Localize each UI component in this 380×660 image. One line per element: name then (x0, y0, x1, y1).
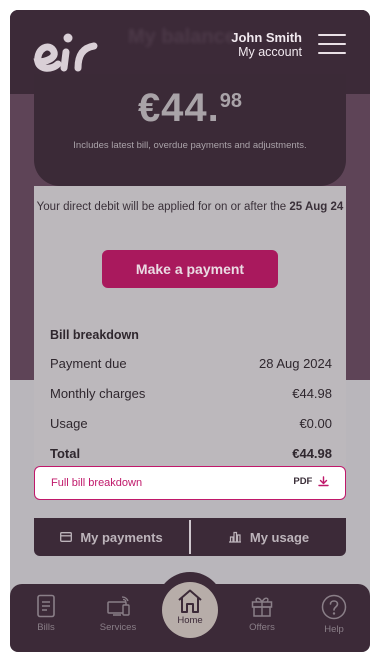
hamburger-menu-icon[interactable] (318, 34, 346, 54)
row-value: €44.98 (292, 386, 332, 401)
row-label: Payment due (50, 356, 127, 371)
nav-bills-label: Bills (37, 622, 55, 633)
nav-services[interactable]: Services (88, 584, 148, 652)
nav-offers[interactable]: Offers (232, 584, 292, 652)
help-icon (321, 594, 347, 620)
bill-icon (37, 594, 55, 618)
devices-icon (107, 596, 130, 616)
page-title-faded: My balance (128, 26, 236, 48)
balance-cents: 98 (219, 90, 243, 112)
my-account-link[interactable]: My account (231, 45, 302, 60)
pdf-label: PDF (293, 476, 313, 488)
my-payments-button[interactable]: My payments (34, 518, 189, 556)
payments-usage-bar: My payments My usage (34, 518, 346, 556)
breakdown-total-row: Total €44.98 (50, 446, 332, 461)
nav-bills[interactable]: Bills (16, 584, 76, 652)
nav-services-label: Services (99, 622, 137, 633)
balance-main: €44. (137, 86, 220, 130)
breakdown-row: Payment due 28 Aug 2024 (50, 356, 332, 371)
pdf-download[interactable]: PDF (293, 476, 329, 487)
my-payments-label: My payments (80, 529, 163, 545)
my-usage-label: My usage (249, 529, 310, 545)
user-name: John Smith (231, 30, 302, 45)
balance-note: Includes latest bill, overdue payments a… (73, 140, 307, 151)
gift-icon (251, 597, 273, 617)
bill-panel: Your direct debit will be applied for on… (34, 186, 346, 466)
nav-help-label: Help (324, 624, 344, 635)
download-icon (318, 476, 329, 487)
row-label: Usage (50, 416, 88, 431)
make-payment-button[interactable]: Make a payment (102, 250, 278, 288)
balance-card: €44.98 Includes latest bill, overdue pay… (34, 74, 346, 186)
house-icon (178, 589, 202, 613)
user-info[interactable]: John Smith My account (231, 30, 302, 60)
balance-amount: €44.98 (34, 86, 346, 131)
nav-home-label: Home (177, 615, 203, 626)
bar-chart-icon (228, 531, 241, 543)
breakdown-row: Usage €0.00 (50, 416, 332, 431)
direct-debit-date: 25 Aug 24 (289, 201, 344, 213)
direct-debit-text: Your direct debit will be applied for on… (36, 201, 287, 213)
eir-logo (33, 33, 98, 72)
breakdown-row: Monthly charges €44.98 (50, 386, 332, 401)
row-label: Total (50, 446, 81, 461)
card-icon (60, 532, 73, 542)
app-screen: My balance John Smith My account €44.98 … (10, 10, 370, 652)
row-label: Monthly charges (50, 386, 146, 401)
full-bill-breakdown-link[interactable]: Full bill breakdown PDF (34, 466, 346, 500)
row-value: €0.00 (299, 416, 332, 431)
my-usage-button[interactable]: My usage (191, 518, 346, 556)
direct-debit-notice: Your direct debit will be applied for on… (34, 198, 346, 217)
full-bill-label: Full bill breakdown (51, 477, 143, 489)
nav-home[interactable]: Home (162, 582, 218, 638)
row-value: 28 Aug 2024 (258, 356, 332, 371)
nav-help[interactable]: Help (304, 584, 364, 652)
nav-offers-label: Offers (249, 622, 275, 633)
bill-breakdown-title: Bill breakdown (50, 328, 139, 342)
row-value: €44.98 (292, 446, 332, 461)
